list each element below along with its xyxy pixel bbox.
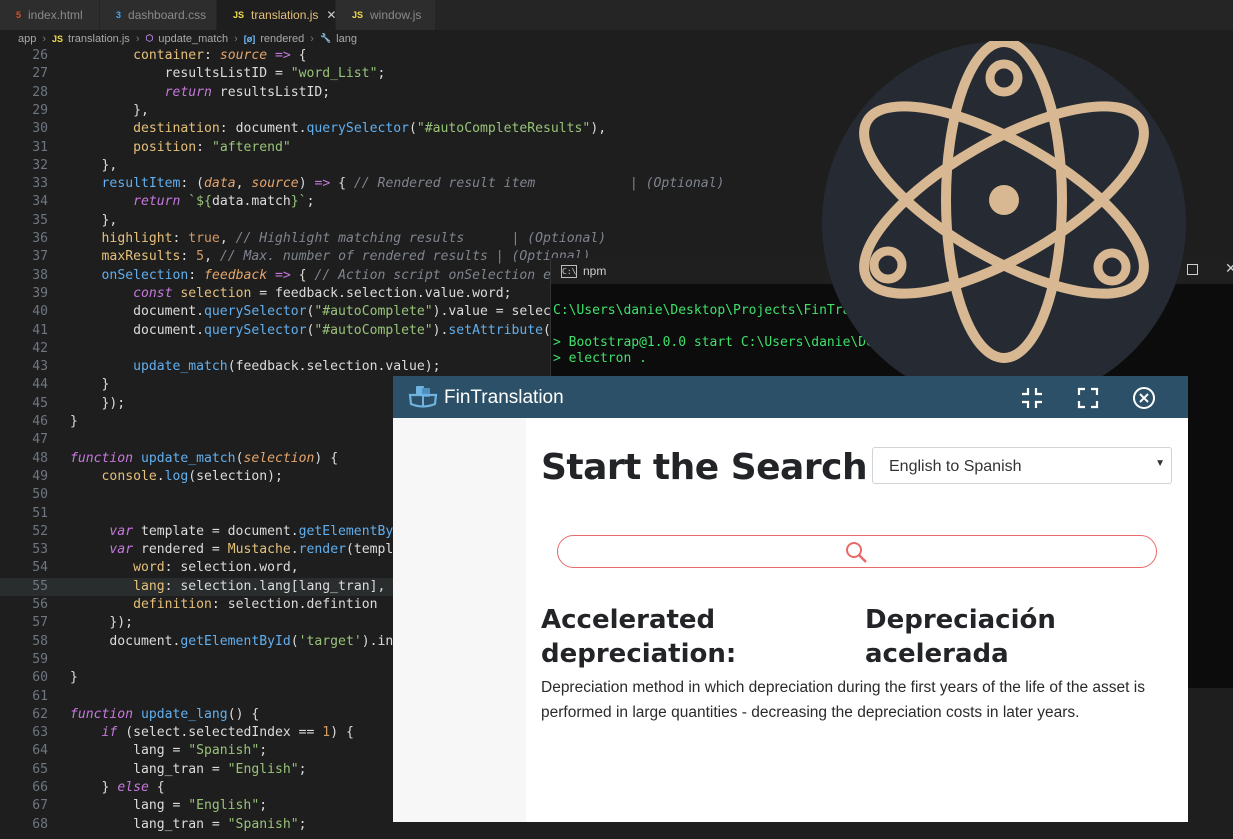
close-icon[interactable] [1132, 386, 1156, 410]
tab-label: window.js [370, 8, 422, 22]
chevron-right-icon: › [310, 32, 314, 45]
function-icon: ⬡ [145, 33, 154, 43]
variable-icon: [ø] [243, 33, 256, 44]
breadcrumb-item[interactable]: update_match [158, 33, 228, 45]
wrench-icon: 🔧 [319, 33, 332, 43]
language-select-value: English to Spanish [889, 458, 1022, 475]
breadcrumb-item[interactable]: rendered [260, 33, 304, 45]
fullscreen-icon[interactable] [1076, 386, 1100, 410]
breadcrumb-item[interactable]: translation.js [68, 33, 130, 45]
maximize-icon[interactable] [1187, 264, 1198, 275]
search-icon [846, 542, 867, 563]
chevron-right-icon: › [42, 32, 47, 45]
tab-label: translation.js [251, 8, 319, 22]
terminal-title: npm [583, 264, 607, 278]
tab-index-html[interactable]: 5 index.html [0, 0, 100, 30]
term-definition: Depreciation method in which depreciatio… [541, 679, 1145, 721]
tab-window-js[interactable]: JS window.js [336, 0, 436, 30]
js-icon: JS [52, 33, 64, 44]
js-icon: JS [233, 10, 245, 20]
tab-translation-js[interactable]: JS translation.js ✕ [217, 0, 336, 30]
sidebar [393, 418, 526, 822]
close-tab-icon[interactable]: ✕ [326, 8, 336, 22]
chevron-right-icon: › [234, 32, 238, 45]
app-title: FinTranslation [444, 387, 564, 408]
command-prompt-icon: C:\ [561, 264, 577, 278]
chevron-right-icon: › [135, 32, 140, 45]
breadcrumb-item[interactable]: app [18, 33, 36, 45]
electron-logo [822, 41, 1186, 405]
tab-label: index.html [28, 8, 83, 22]
app-titlebar: FinTranslation [393, 376, 1188, 418]
fintranslation-window: FinTranslation Start the Search English … [393, 376, 1188, 822]
translated-term: Depreciación acelerada [865, 605, 1056, 669]
html5-icon: 5 [16, 10, 22, 20]
search-input[interactable] [557, 535, 1157, 568]
terminal-line: > electron . [553, 351, 647, 366]
editor-tab-bar: 5 index.html 3 dashboard.css JS translat… [0, 0, 1233, 30]
css3-icon: 3 [116, 10, 122, 20]
minimize-icon[interactable] [1020, 386, 1044, 410]
close-icon[interactable]: ✕ [1225, 260, 1233, 277]
breadcrumb-item[interactable]: lang [336, 33, 357, 45]
tab-label: dashboard.css [128, 8, 207, 22]
translate-app-icon [408, 386, 438, 408]
page-title: Start the Search [541, 447, 868, 488]
source-term: Accelerated depreciation: [541, 605, 737, 669]
tab-dashboard-css[interactable]: 3 dashboard.css [100, 0, 217, 30]
js-icon: JS [352, 10, 364, 20]
language-select[interactable]: English to Spanish ▼ [872, 447, 1172, 484]
caret-down-icon: ▼ [1155, 458, 1165, 469]
